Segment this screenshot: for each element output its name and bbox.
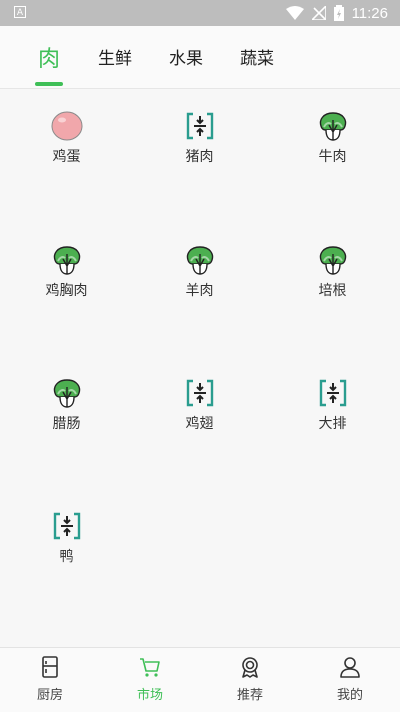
tab-fresh[interactable]: 生鲜 [98, 44, 132, 69]
app-notification-icon: A [14, 6, 26, 18]
item-label: 腊肠 [52, 416, 81, 432]
nav-profile[interactable]: 我的 [300, 656, 400, 703]
item-chicken-breast[interactable]: 鸡胸肉 [0, 244, 133, 300]
item-label: 鸡翅 [185, 416, 214, 432]
item-label: 大排 [318, 416, 347, 432]
item-lamb[interactable]: 羊肉 [133, 244, 266, 300]
tab-fruit[interactable]: 水果 [169, 44, 203, 69]
egg-icon [51, 111, 82, 141]
compress-icon [319, 379, 346, 407]
item-chicken-wings[interactable]: 鸡翅 [133, 377, 266, 433]
item-label: 牛肉 [318, 149, 347, 165]
cabbage-icon [53, 246, 80, 275]
item-label: 猪肉 [185, 149, 214, 165]
battery-icon [333, 5, 344, 21]
nav-kitchen[interactable]: 厨房 [0, 656, 100, 703]
wifi-icon [285, 6, 304, 20]
active-tab-indicator [35, 82, 63, 86]
item-bacon[interactable]: 培根 [266, 244, 399, 300]
nav-market[interactable]: 市场 [100, 656, 200, 703]
item-label: 鸡蛋 [52, 149, 81, 165]
tab-meat[interactable]: 肉 [38, 41, 60, 73]
cabbage-icon [186, 246, 213, 275]
nav-recommend[interactable]: 推荐 [200, 656, 300, 703]
item-duck[interactable]: 鸭 [0, 510, 133, 566]
fridge-icon [42, 656, 58, 678]
item-label: 鸡胸肉 [45, 283, 88, 299]
item-label: 培根 [318, 283, 347, 299]
award-icon [242, 657, 258, 678]
cart-icon [140, 658, 160, 677]
nav-label: 厨房 [36, 688, 63, 703]
item-egg[interactable]: 鸡蛋 [0, 110, 133, 166]
nav-label: 我的 [336, 688, 363, 703]
nav-label: 推荐 [236, 688, 263, 703]
user-icon [340, 657, 360, 678]
item-sausage[interactable]: 腊肠 [0, 377, 133, 433]
item-label: 羊肉 [185, 283, 214, 299]
item-label: 鸭 [59, 549, 74, 565]
tab-vegetables[interactable]: 蔬菜 [240, 44, 274, 69]
compress-icon [186, 112, 213, 140]
no-signal-icon [311, 6, 326, 20]
compress-icon [186, 379, 213, 407]
clock: 11:26 [351, 4, 388, 22]
bottom-navigation: 厨房 市场 推荐 我的 [0, 647, 400, 712]
cabbage-icon [53, 379, 80, 408]
compress-icon [53, 512, 80, 540]
item-beef[interactable]: 牛肉 [266, 110, 399, 166]
item-pork[interactable]: 猪肉 [133, 110, 266, 166]
cabbage-icon [319, 246, 346, 275]
item-pork-chop[interactable]: 大排 [266, 377, 399, 433]
nav-label: 市场 [136, 688, 163, 703]
item-grid: 鸡蛋 猪肉 牛肉 鸡胸肉 羊肉 培根 腊肠 鸡翅 大排 鸭 [0, 90, 400, 646]
category-tabs: 肉 生鲜 水果 蔬菜 [0, 26, 400, 89]
cabbage-icon [319, 112, 346, 141]
status-bar: A 11:26 [0, 0, 400, 26]
